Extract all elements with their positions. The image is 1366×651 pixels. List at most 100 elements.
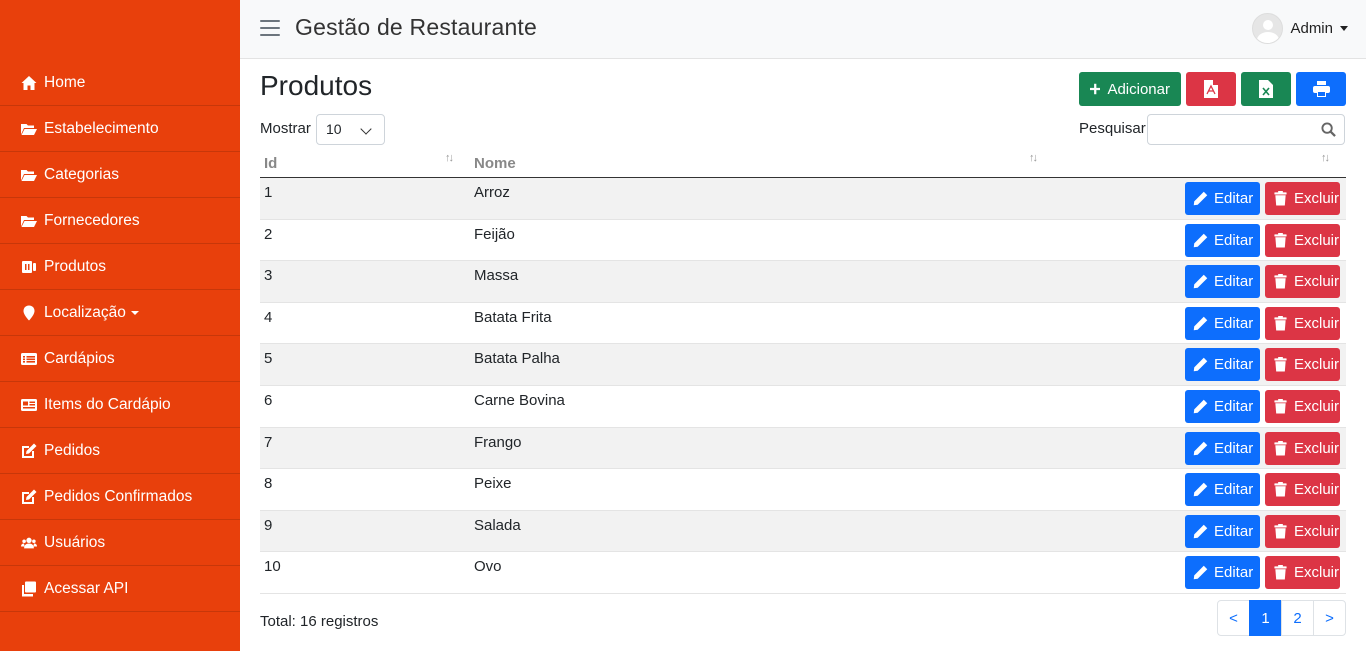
delete-button-label: Excluir bbox=[1294, 481, 1340, 499]
export-pdf-button[interactable] bbox=[1186, 72, 1236, 106]
column-header-id[interactable]: Id bbox=[264, 155, 277, 172]
sidebar-item-acessar-api[interactable]: Acessar API bbox=[0, 566, 240, 612]
user-name: Admin bbox=[1290, 20, 1333, 37]
print-button[interactable] bbox=[1296, 72, 1346, 106]
sidebar-item-items-do-cardápio[interactable]: Items do Cardápio bbox=[0, 382, 240, 428]
trash-icon bbox=[1273, 565, 1294, 580]
top-navbar: Gestão de Restaurante Admin bbox=[240, 0, 1366, 59]
row-actions: Editar Excluir bbox=[1185, 556, 1340, 590]
sidebar-item-pedidos-confirmados[interactable]: Pedidos Confirmados bbox=[0, 474, 240, 520]
delete-button[interactable]: Excluir bbox=[1265, 223, 1340, 257]
sidebar-item-label: Pedidos Confirmados bbox=[44, 487, 193, 505]
edit-button[interactable]: Editar bbox=[1185, 265, 1260, 299]
newspaper-icon bbox=[20, 397, 38, 413]
cell-name: Feijão bbox=[474, 225, 515, 243]
add-button[interactable]: Adicionar bbox=[1079, 72, 1181, 106]
edit-button[interactable]: Editar bbox=[1185, 306, 1260, 340]
delete-button[interactable]: Excluir bbox=[1265, 473, 1340, 507]
edit-button[interactable]: Editar bbox=[1185, 223, 1260, 257]
sidebar-item-pedidos[interactable]: Pedidos bbox=[0, 428, 240, 474]
row-actions: Editar Excluir bbox=[1185, 473, 1340, 507]
sidebar-item-label: Items do Cardápio bbox=[44, 395, 171, 413]
cell-id: 6 bbox=[264, 391, 273, 409]
sidebar-item-cardápios[interactable]: Cardápios bbox=[0, 336, 240, 382]
table-row: 2 Feijão Editar Excluir bbox=[260, 220, 1346, 262]
search-input[interactable] bbox=[1147, 114, 1345, 145]
show-entries-label: Mostrar bbox=[260, 120, 311, 137]
edit-button[interactable]: Editar bbox=[1185, 182, 1260, 215]
pencil-icon bbox=[1193, 482, 1214, 497]
column-header-nome[interactable]: Nome bbox=[474, 155, 516, 172]
search-label: Pesquisar bbox=[1079, 120, 1146, 137]
sidebar-item-estabelecimento[interactable]: Estabelecimento bbox=[0, 106, 240, 152]
edit-button[interactable]: Editar bbox=[1185, 348, 1260, 382]
sidebar-item-produtos[interactable]: Produtos bbox=[0, 244, 240, 290]
delete-button[interactable]: Excluir bbox=[1265, 431, 1340, 465]
delete-button-label: Excluir bbox=[1294, 190, 1340, 207]
cell-name: Peixe bbox=[474, 475, 512, 493]
trash-icon bbox=[1273, 523, 1294, 539]
sidebar-item-usuários[interactable]: Usuários bbox=[0, 520, 240, 566]
copy-icon bbox=[20, 581, 38, 597]
chevron-down-icon bbox=[360, 123, 372, 135]
pagination-page[interactable]: 1 bbox=[1249, 600, 1282, 636]
sidebar-item-categorias[interactable]: Categorias bbox=[0, 152, 240, 198]
cell-id: 7 bbox=[264, 433, 273, 451]
cell-id: 10 bbox=[264, 558, 281, 576]
sidebar-item-label: Home bbox=[44, 73, 86, 91]
cell-id: 9 bbox=[264, 516, 273, 534]
edit-button[interactable]: Editar bbox=[1185, 431, 1260, 465]
print-icon bbox=[1312, 81, 1330, 97]
table-row: 4 Batata Frita Editar Excluir bbox=[260, 303, 1346, 345]
edit-button[interactable]: Editar bbox=[1185, 473, 1260, 507]
app-title: Gestão de Restaurante bbox=[295, 14, 538, 40]
toolbar: Adicionar bbox=[1079, 72, 1346, 106]
sidebar-item-label: Localização bbox=[44, 303, 126, 321]
edit-button[interactable]: Editar bbox=[1185, 556, 1260, 590]
user-menu[interactable]: Admin bbox=[1252, 13, 1348, 44]
delete-button[interactable]: Excluir bbox=[1265, 182, 1340, 215]
trash-icon bbox=[1273, 440, 1294, 456]
edit-button[interactable]: Editar bbox=[1185, 514, 1260, 548]
delete-button[interactable]: Excluir bbox=[1265, 556, 1340, 590]
sidebar-item-localização[interactable]: Localização bbox=[0, 290, 240, 336]
edit-button-label: Editar bbox=[1214, 564, 1254, 582]
sidebar-item-label: Categorias bbox=[44, 165, 119, 183]
row-actions: Editar Excluir bbox=[1185, 348, 1340, 382]
delete-button[interactable]: Excluir bbox=[1265, 348, 1340, 382]
caret-down-icon bbox=[1340, 26, 1348, 31]
sidebar-item-label: Pedidos bbox=[44, 441, 101, 459]
table-row: 3 Massa Editar Excluir bbox=[260, 261, 1346, 303]
delete-button[interactable]: Excluir bbox=[1265, 389, 1340, 423]
edit-button-label: Editar bbox=[1214, 231, 1254, 249]
delete-button-label: Excluir bbox=[1294, 356, 1340, 374]
cell-id: 3 bbox=[264, 267, 273, 285]
menu-toggle-icon[interactable] bbox=[260, 20, 280, 38]
delete-button[interactable]: Excluir bbox=[1265, 306, 1340, 340]
sidebar-item-label: Cardápios bbox=[44, 349, 115, 367]
sidebar-menu: Home Estabelecimento Categorias Fornecedore… bbox=[0, 60, 240, 612]
delete-button[interactable]: Excluir bbox=[1265, 514, 1340, 548]
export-excel-button[interactable] bbox=[1241, 72, 1291, 106]
delete-button-label: Excluir bbox=[1294, 564, 1340, 582]
sidebar-item-home[interactable]: Home bbox=[0, 60, 240, 106]
pagination-prev[interactable]: < bbox=[1217, 600, 1250, 636]
edit-button-label: Editar bbox=[1214, 314, 1254, 332]
users-icon bbox=[20, 535, 38, 551]
show-entries-select[interactable]: 10 bbox=[316, 114, 385, 145]
pagination-next[interactable]: > bbox=[1313, 600, 1346, 636]
delete-button[interactable]: Excluir bbox=[1265, 265, 1340, 299]
row-actions: Editar Excluir bbox=[1185, 514, 1340, 548]
show-entries-value: 10 bbox=[326, 121, 342, 137]
row-actions: Editar Excluir bbox=[1185, 389, 1340, 423]
pagination-page[interactable]: 2 bbox=[1281, 600, 1314, 636]
pencil-icon bbox=[1193, 399, 1214, 414]
file-excel-icon bbox=[1259, 80, 1273, 98]
pagination: <1 2 > bbox=[1217, 600, 1346, 636]
cell-name: Frango bbox=[474, 433, 522, 451]
cell-id: 8 bbox=[264, 475, 273, 493]
edit-button-label: Editar bbox=[1214, 273, 1254, 291]
edit-button[interactable]: Editar bbox=[1185, 389, 1260, 423]
sidebar-item-fornecedores[interactable]: Fornecedores bbox=[0, 198, 240, 244]
trash-icon bbox=[1273, 232, 1294, 248]
